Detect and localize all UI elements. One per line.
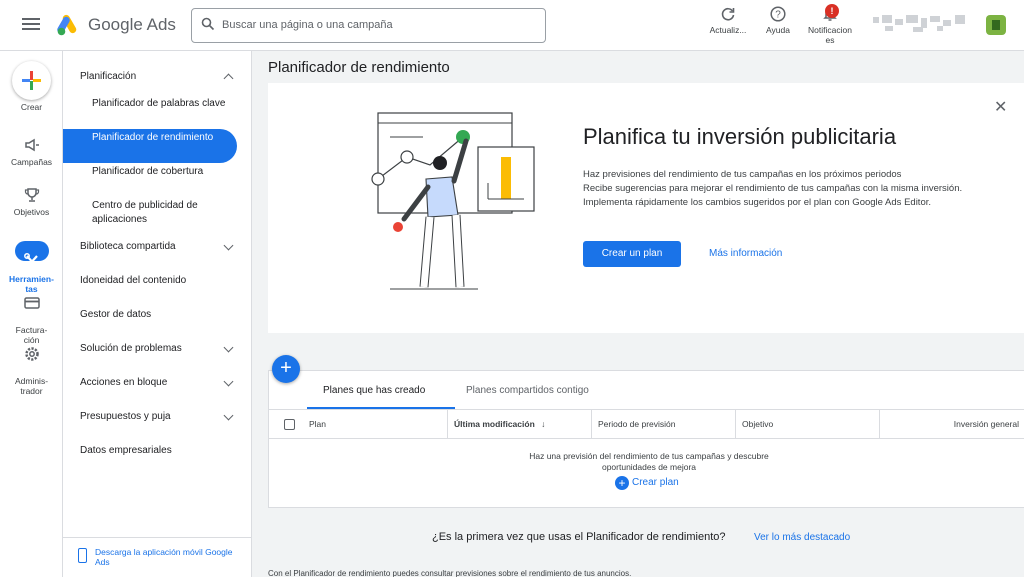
plus-icon: + — [280, 357, 292, 379]
download-mobile-app-link[interactable]: Descarga la aplicación móvil Google Ads — [78, 547, 238, 567]
column-label: Última modificación — [454, 419, 535, 429]
rail-item-admin[interactable]: Adminis- trador — [0, 335, 63, 396]
help-label: Ayuda — [766, 25, 790, 35]
nav-group-label: Biblioteca compartida — [80, 241, 176, 252]
promo-description: Haz previsiones del rendimiento de tus c… — [583, 168, 983, 210]
column-last-modified[interactable]: Última modificación ↓ — [447, 410, 591, 439]
nav-group-label: Acciones en bloque — [80, 377, 168, 388]
plus-circle-icon: + — [615, 476, 629, 490]
select-all-checkbox[interactable] — [284, 419, 295, 430]
nav-group-shared-library[interactable]: Biblioteca compartida — [80, 240, 250, 252]
trophy-icon — [24, 188, 39, 202]
search-input[interactable]: Buscar una página o una campaña — [191, 8, 546, 43]
plans-table-card: Planes que has creado Planes compartidos… — [268, 370, 1024, 508]
footer-description: Con el Planificador de rendimiento puede… — [268, 569, 632, 577]
chevron-down-icon — [223, 410, 234, 421]
colorful-plus-icon — [22, 71, 41, 90]
brand-name: Google Ads — [88, 15, 176, 34]
phone-icon — [78, 548, 87, 563]
rail-item-goals[interactable]: Objetivos — [0, 186, 63, 217]
page-title: Planificador de rendimiento — [268, 59, 450, 76]
column-plan[interactable]: Plan — [303, 410, 449, 439]
empty-create-label: Crear plan — [632, 477, 679, 488]
column-total-spend[interactable]: Inversión general — [879, 410, 1024, 439]
empty-create-plan-link[interactable]: + Crear plan — [615, 476, 679, 490]
chevron-down-icon — [223, 376, 234, 387]
svg-text:?: ? — [775, 10, 781, 21]
nav-group-troubleshooting[interactable]: Solución de problemas — [80, 342, 250, 354]
rail-item-campaigns[interactable]: Campañas — [0, 136, 63, 167]
chevron-up-icon — [223, 73, 234, 84]
create-label: Crear — [20, 102, 43, 112]
refresh-button[interactable]: Actualiz... — [705, 6, 751, 35]
nav-group-label: Gestor de datos — [80, 309, 152, 320]
divider — [63, 537, 252, 538]
column-forecast-period[interactable]: Periodo de previsión — [591, 410, 735, 439]
nav-group-content-suitability[interactable]: Idoneidad del contenido — [80, 275, 250, 286]
planner-illustration — [371, 112, 535, 290]
table-header: Plan Última modificación ↓ Periodo de pr… — [269, 409, 1024, 439]
notifications-label: Notificacion es — [808, 25, 852, 45]
nav-item-reach-planner[interactable]: Planificador de cobertura — [92, 165, 242, 179]
add-plan-fab[interactable]: + — [272, 355, 300, 383]
nav-group-label: Solución de problemas — [80, 343, 182, 354]
empty-state-text: Haz una previsión del rendimiento de tus… — [529, 451, 769, 472]
google-ads-logo — [57, 14, 77, 36]
gear-icon — [24, 347, 39, 361]
promo-line: Recibe sugerencias para mejorar el rendi… — [583, 183, 963, 194]
left-rail: Crear Campañas Objetivos Herramien- tas — [0, 51, 63, 577]
promo-line: Implementa rápidamente los cambios suger… — [583, 197, 932, 208]
promo-line: Haz previsiones del rendimiento de tus c… — [583, 169, 902, 180]
nav-group-bulk-actions[interactable]: Acciones en bloque — [80, 376, 250, 388]
nav-item-keyword-planner[interactable]: Planificador de palabras clave — [92, 97, 242, 111]
chevron-down-icon — [223, 240, 234, 251]
nav-section-planning[interactable]: Planificación — [80, 71, 250, 84]
nav-item-app-advertising-hub[interactable]: Centro de publicidad de aplicaciones — [92, 199, 242, 227]
nav-group-label: Idoneidad del contenido — [80, 275, 187, 286]
nav-item-performance-planner[interactable]: Planificador de rendimiento — [63, 129, 237, 163]
megaphone-icon — [24, 138, 39, 152]
rail-label: Campañas — [10, 157, 53, 167]
promo-title: Planifica tu inversión publicitaria — [583, 124, 897, 149]
account-avatar[interactable] — [986, 15, 1006, 35]
create-plan-button[interactable]: Crear un plan — [583, 241, 681, 267]
close-icon[interactable]: ✕ — [994, 97, 1007, 117]
refresh-icon — [721, 7, 735, 21]
rail-label: Adminis- trador — [14, 376, 49, 396]
refresh-label: Actualiz... — [709, 25, 747, 35]
tab-my-plans[interactable]: Planes que has creado — [323, 385, 425, 396]
tab-shared-plans[interactable]: Planes compartidos contigo — [466, 385, 589, 396]
top-header: Google Ads Buscar una página o una campa… — [0, 0, 1024, 51]
nav-group-label: Datos empresariales — [80, 445, 172, 456]
rail-label: Objetivos — [13, 207, 50, 217]
column-objective[interactable]: Objetivo — [735, 410, 879, 439]
nav-section-label: Planificación — [80, 71, 137, 82]
help-icon: ? — [770, 6, 786, 22]
search-icon — [201, 17, 215, 31]
nav-group-budgets-bidding[interactable]: Presupuestos y puja — [80, 410, 250, 422]
notification-badge: ! — [825, 4, 839, 18]
promo-card: ✕ Planifica tu inversión publicitaria Ha… — [268, 83, 1024, 333]
create-button[interactable] — [12, 61, 51, 100]
chevron-down-icon — [223, 342, 234, 353]
search-placeholder: Buscar una página o una campaña — [222, 19, 393, 31]
tools-icon — [14, 241, 49, 267]
nav-group-data-manager[interactable]: Gestor de datos — [80, 309, 250, 320]
nav-group-label: Presupuestos y puja — [80, 411, 171, 422]
nav-group-business-data[interactable]: Datos empresariales — [80, 445, 250, 456]
help-button[interactable]: ? Ayuda — [761, 6, 795, 35]
sort-arrow-down-icon: ↓ — [541, 419, 546, 429]
view-highlights-link[interactable]: Ver lo más destacado — [754, 532, 850, 543]
download-app-label: Descarga la aplicación móvil Google Ads — [95, 547, 233, 567]
first-time-question: ¿Es la primera vez que usas el Planifica… — [432, 531, 726, 543]
side-navigation: Planificación Planificador de palabras c… — [63, 51, 252, 577]
account-name-pixelated — [873, 15, 973, 35]
more-info-link[interactable]: Más información — [709, 248, 782, 259]
hamburger-menu-icon[interactable] — [22, 15, 40, 35]
credit-card-icon — [23, 297, 40, 309]
notifications-button[interactable]: ! Notificacion es — [803, 4, 857, 45]
